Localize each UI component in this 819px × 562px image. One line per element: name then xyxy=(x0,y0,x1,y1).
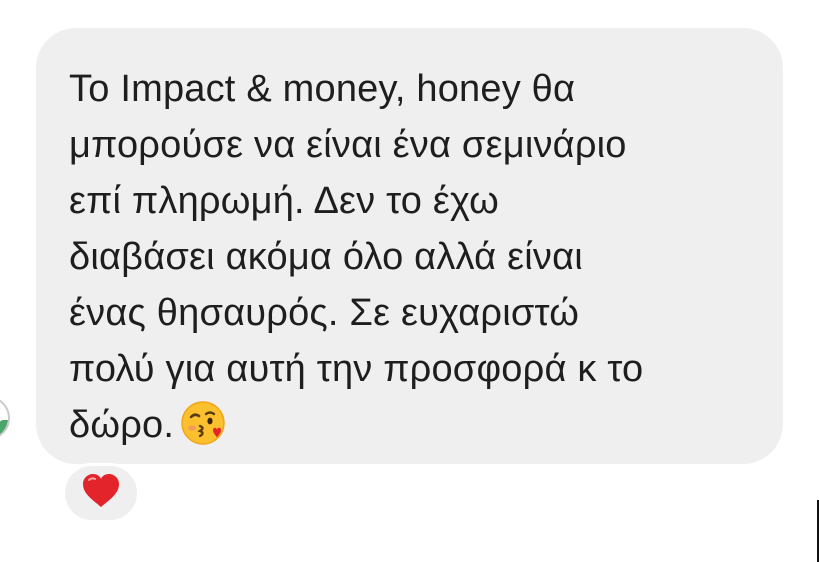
chat-view: Το Impact & money, honey θα μπορούσε να … xyxy=(0,0,819,562)
message-line: πολύ για αυτή την προσφορά κ το xyxy=(69,348,644,390)
message-bubble[interactable]: Το Impact & money, honey θα μπορούσε να … xyxy=(36,28,783,464)
message-line-text: δώρο. xyxy=(69,404,175,446)
message-line: επί πληρωμή. Δεν το έχω xyxy=(69,180,500,222)
message-last-line: δώρο. xyxy=(69,397,763,462)
message-line: διαβάσει ακόμα όλο αλλά είναι xyxy=(69,236,583,278)
message-line: μπορούσε να είναι ένα σεμινάριο xyxy=(69,124,627,166)
sender-avatar[interactable] xyxy=(0,396,10,440)
reaction-badge[interactable] xyxy=(62,463,140,523)
message-line: ένας θησαυρός. Σε ευχαριστώ xyxy=(69,292,580,334)
red-heart-icon xyxy=(81,473,121,514)
message-line: Το Impact & money, honey θα xyxy=(69,68,576,110)
face-blowing-a-kiss-icon xyxy=(180,400,226,462)
